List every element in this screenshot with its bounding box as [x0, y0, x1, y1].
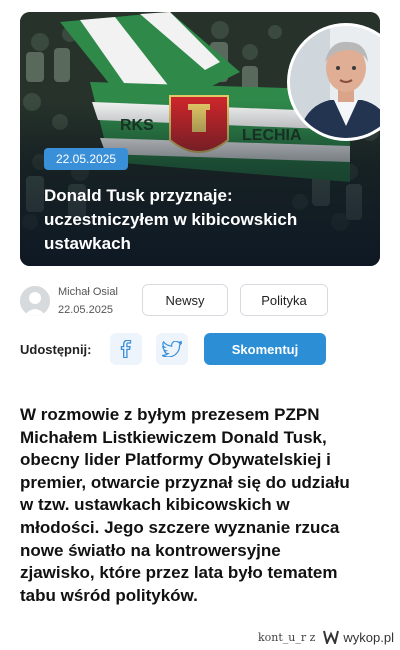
wykop-logo-icon [323, 630, 340, 644]
comment-button[interactable]: Skomentuj [204, 333, 326, 365]
facebook-icon [120, 340, 132, 358]
tag-newsy[interactable]: Newsy [142, 284, 228, 316]
share-twitter-button[interactable] [156, 333, 188, 365]
watermark-user: kont_u_r z [257, 630, 316, 644]
tag-polityka[interactable]: Polityka [240, 284, 328, 316]
watermark: kont_u_r z wykop.pl [258, 628, 394, 646]
share-facebook-button[interactable] [110, 333, 142, 365]
author-row: Michał Osial 22.05.2025 Newsy Polityka [20, 282, 380, 322]
article-title[interactable]: Donald Tusk przyznaje: uczestniczyłem w … [44, 184, 344, 256]
twitter-icon [162, 341, 182, 357]
share-label: Udostępnij: [20, 342, 92, 357]
date-badge: 22.05.2025 [44, 148, 129, 170]
hero-card[interactable]: RKS LECHIA 22.05.2025 Donald Tusk przyzn… [20, 12, 380, 266]
article-lead: W rozmowie z byłym prezesem PZPN Michałe… [20, 405, 350, 605]
share-row: Udostępnij: Skomentuj [20, 333, 380, 367]
author-name[interactable]: Michał Osial [58, 286, 118, 298]
publish-date: 22.05.2025 [58, 304, 114, 316]
watermark-site: wykop.pl [343, 629, 394, 645]
author-avatar[interactable] [20, 286, 50, 316]
